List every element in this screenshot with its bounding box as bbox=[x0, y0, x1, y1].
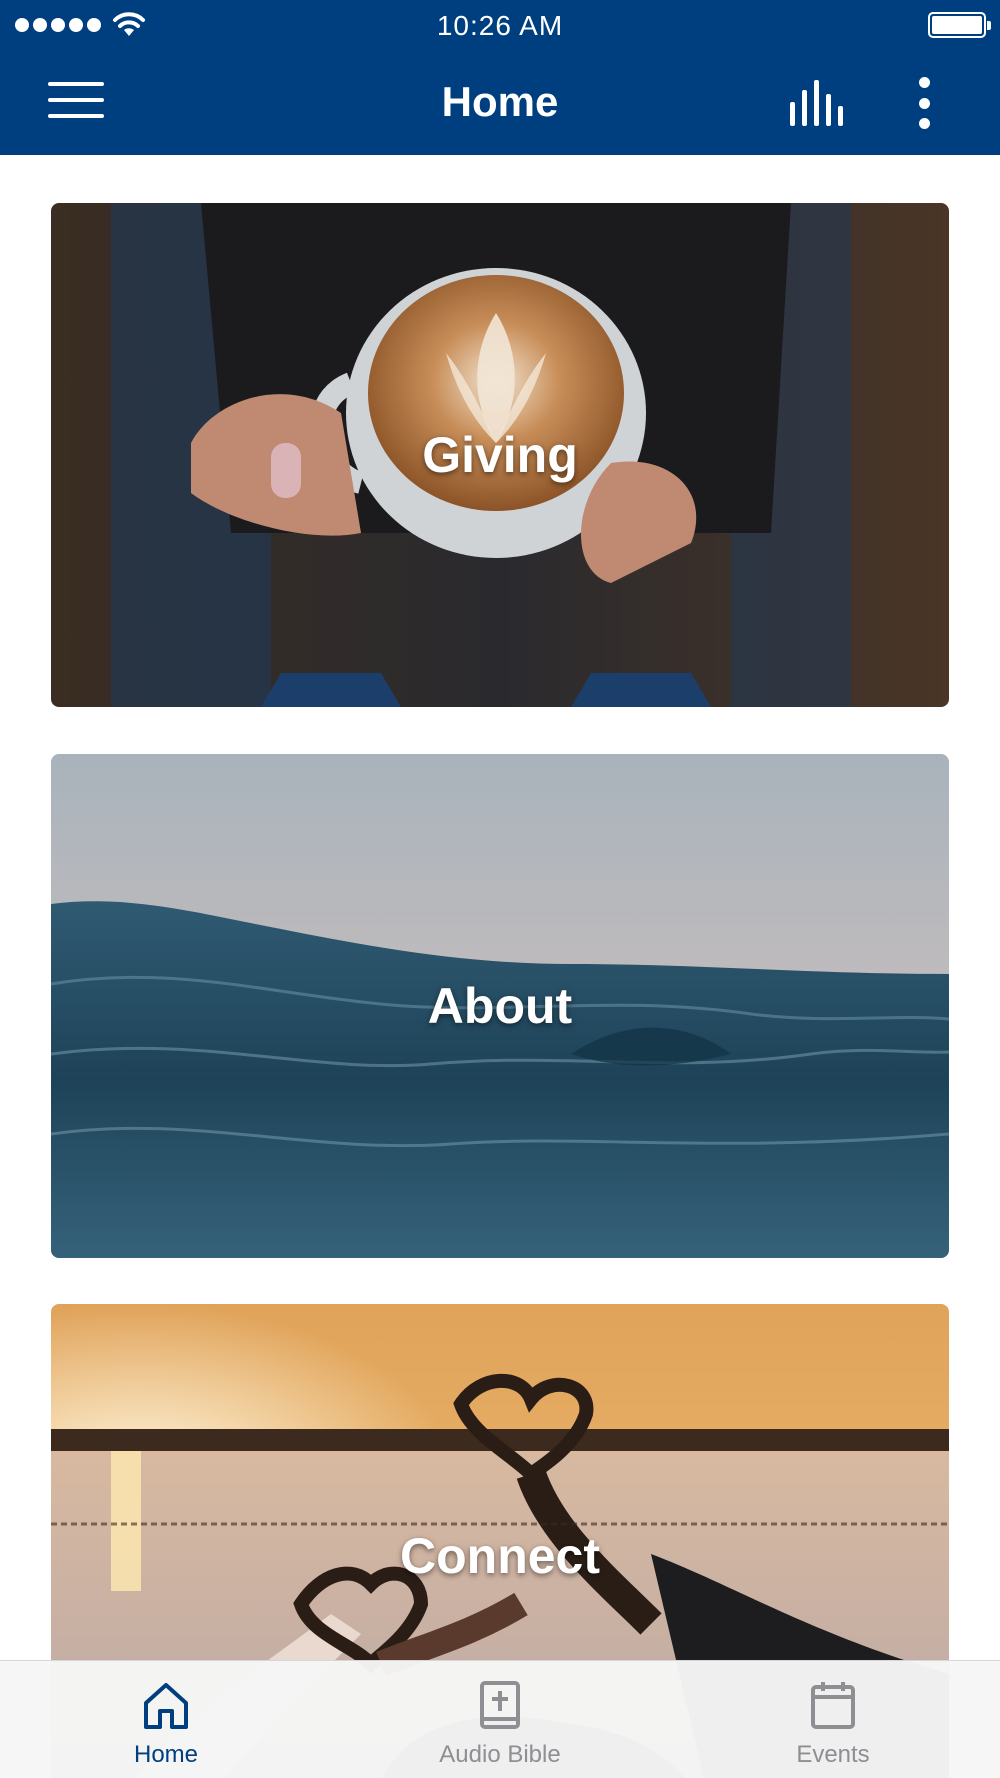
status-bar: 10:26 AM bbox=[0, 0, 1000, 50]
audio-bars-icon[interactable] bbox=[788, 80, 848, 126]
giving-label: Giving bbox=[422, 427, 578, 483]
tab-home-label: Home bbox=[133, 1741, 199, 1768]
more-options-icon[interactable] bbox=[912, 75, 936, 131]
tab-home[interactable]: Home bbox=[66, 1661, 266, 1778]
status-time: 10:26 AM bbox=[436, 10, 564, 41]
home-icon bbox=[144, 1683, 188, 1729]
tab-audio-bible-label: Audio Bible bbox=[439, 1741, 561, 1768]
tab-events[interactable]: Events bbox=[733, 1661, 933, 1778]
tab-audio-bible[interactable]: Audio Bible bbox=[400, 1661, 600, 1778]
giving-card[interactable]: Giving bbox=[51, 203, 949, 707]
about-card[interactable]: About bbox=[51, 754, 949, 1258]
app-header: 10:26 AM Home bbox=[0, 0, 1000, 155]
about-label: About bbox=[427, 978, 573, 1034]
bible-icon bbox=[480, 1681, 520, 1729]
battery-icon bbox=[928, 12, 991, 38]
calendar-icon bbox=[811, 1682, 855, 1729]
nav-bar: Home bbox=[0, 50, 1000, 155]
page-title: Home bbox=[441, 78, 559, 125]
tab-events-label: Events bbox=[796, 1741, 870, 1768]
tab-bar: Home Audio Bible Events bbox=[0, 1660, 1000, 1778]
